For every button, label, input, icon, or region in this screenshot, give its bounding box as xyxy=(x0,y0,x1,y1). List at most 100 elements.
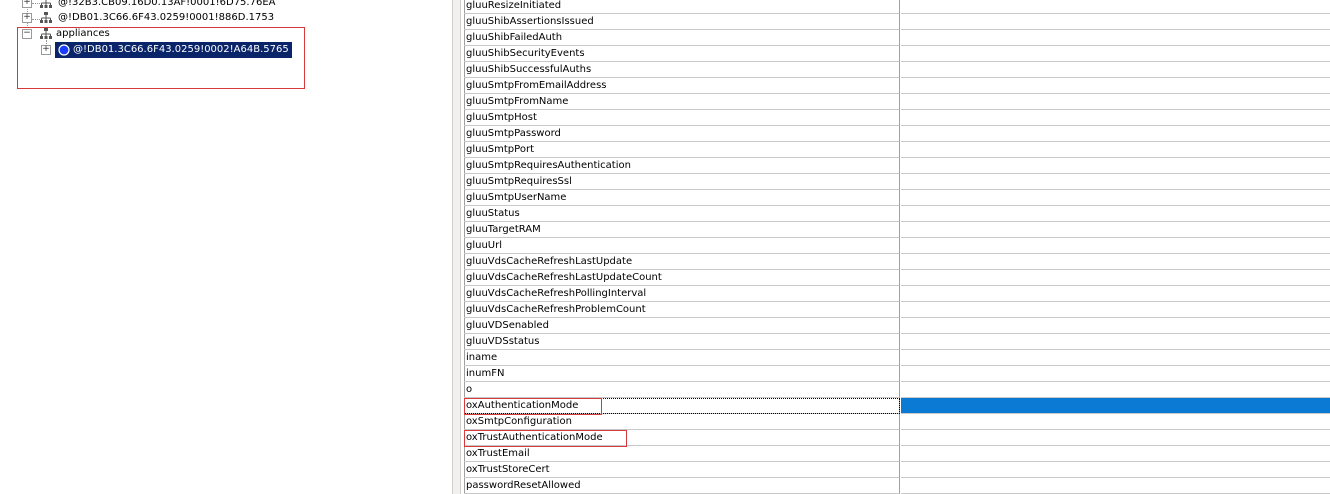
attribute-row[interactable]: iname xyxy=(464,350,1330,366)
attribute-name-cell: gluuVDSstatus xyxy=(464,334,900,350)
attribute-value-cell[interactable] xyxy=(901,190,1330,206)
attribute-name-cell: gluuUrl xyxy=(464,238,900,254)
expand-icon[interactable]: + xyxy=(22,13,32,23)
attribute-name-cell: gluuVDSenabled xyxy=(464,318,900,334)
attribute-value-cell[interactable] xyxy=(901,366,1330,382)
attribute-row[interactable]: gluuShibSecurityEvents xyxy=(464,46,1330,62)
attribute-name-cell: gluuSmtpFromName xyxy=(464,94,900,110)
org-tree-icon xyxy=(40,0,52,8)
attribute-row[interactable]: gluuUrl xyxy=(464,238,1330,254)
tree-node-label: @!DB01.3C66.6F43.0259!0001!886D.1753 xyxy=(58,12,275,23)
attribute-row[interactable]: gluuVdsCacheRefreshLastUpdate xyxy=(464,254,1330,270)
attribute-name-cell: gluuSmtpPort xyxy=(464,142,900,158)
attribute-name-cell: gluuStatus xyxy=(464,206,900,222)
attribute-value-cell[interactable] xyxy=(901,158,1330,174)
attribute-name-cell: oxAuthenticationMode xyxy=(464,398,900,414)
attribute-name-cell: gluuResizeInitiated xyxy=(464,0,900,14)
attribute-value-cell[interactable] xyxy=(901,350,1330,366)
attribute-name-cell: gluuSmtpRequiresSsl xyxy=(464,174,900,190)
attribute-row[interactable]: gluuSmtpHost xyxy=(464,110,1330,126)
attribute-name-cell: gluuShibSuccessfulAuths xyxy=(464,62,900,78)
attribute-name-cell: gluuSmtpFromEmailAddress xyxy=(464,78,900,94)
attribute-value-cell[interactable] xyxy=(901,398,1330,414)
attribute-row[interactable]: gluuVDSstatus xyxy=(464,334,1330,350)
attribute-row[interactable]: gluuTargetRAM xyxy=(464,222,1330,238)
attribute-row[interactable]: gluuShibAssertionsIssued xyxy=(464,14,1330,30)
attribute-row[interactable]: inumFN xyxy=(464,366,1330,382)
attribute-row[interactable]: oxTrustStoreCert xyxy=(464,462,1330,478)
attribute-value-cell[interactable] xyxy=(901,446,1330,462)
attribute-value-cell[interactable] xyxy=(901,414,1330,430)
attribute-name-cell: gluuSmtpUserName xyxy=(464,190,900,206)
attribute-row[interactable]: gluuShibFailedAuth xyxy=(464,30,1330,46)
attribute-value-cell[interactable] xyxy=(901,0,1330,14)
attribute-row[interactable]: gluuVdsCacheRefreshLastUpdateCount xyxy=(464,270,1330,286)
annotation-highlight-box xyxy=(17,27,305,89)
attribute-row[interactable]: gluuSmtpFromName xyxy=(464,94,1330,110)
attribute-value-cell[interactable] xyxy=(901,110,1330,126)
attribute-value-cell[interactable] xyxy=(901,430,1330,446)
attribute-value-cell[interactable] xyxy=(901,334,1330,350)
attributes-grid[interactable]: gluuResizeInitiated gluuShibAssertionsIss… xyxy=(464,0,1330,494)
attribute-name-cell: gluuSmtpRequiresAuthentication xyxy=(464,158,900,174)
attribute-value-cell[interactable] xyxy=(901,62,1330,78)
attribute-row[interactable]: oxAuthenticationMode xyxy=(464,398,1330,414)
attribute-name-cell: gluuShibFailedAuth xyxy=(464,30,900,46)
attribute-row[interactable]: gluuVDSenabled xyxy=(464,318,1330,334)
pane-splitter[interactable] xyxy=(452,0,461,494)
attribute-name-cell: gluuVdsCacheRefreshLastUpdateCount xyxy=(464,270,900,286)
attribute-row[interactable]: gluuSmtpUserName xyxy=(464,190,1330,206)
attribute-value-cell[interactable] xyxy=(901,78,1330,94)
attribute-name-cell: gluuVdsCacheRefreshProblemCount xyxy=(464,302,900,318)
attribute-row[interactable]: gluuStatus xyxy=(464,206,1330,222)
entry-tree[interactable]: + @!32B3.CB09.16D0.13AF!0001!6D75.76EA +… xyxy=(0,0,452,494)
attribute-value-cell[interactable] xyxy=(901,206,1330,222)
attribute-row[interactable]: oxTrustAuthenticationMode xyxy=(464,430,1330,446)
attribute-value-cell[interactable] xyxy=(901,14,1330,30)
attribute-row[interactable]: gluuSmtpRequiresSsl xyxy=(464,174,1330,190)
attribute-row[interactable]: passwordResetAllowed xyxy=(464,478,1330,494)
org-tree-icon xyxy=(40,12,52,23)
attribute-value-cell[interactable] xyxy=(901,46,1330,62)
attribute-name-cell: o xyxy=(464,382,900,398)
attribute-name-cell: oxSmtpConfiguration xyxy=(464,414,900,430)
attribute-row[interactable]: gluuSmtpRequiresAuthentication xyxy=(464,158,1330,174)
attribute-value-cell[interactable] xyxy=(901,478,1330,494)
attribute-row[interactable]: gluuSmtpPort xyxy=(464,142,1330,158)
attribute-name-cell: oxTrustAuthenticationMode xyxy=(464,430,900,446)
attribute-row[interactable]: oxSmtpConfiguration xyxy=(464,414,1330,430)
attribute-value-cell[interactable] xyxy=(901,174,1330,190)
attribute-value-cell[interactable] xyxy=(901,238,1330,254)
attribute-row[interactable]: gluuSmtpPassword xyxy=(464,126,1330,142)
attribute-name-cell: gluuSmtpPassword xyxy=(464,126,900,142)
attribute-name-cell: passwordResetAllowed xyxy=(464,478,900,494)
attribute-name-cell: gluuTargetRAM xyxy=(464,222,900,238)
attribute-value-cell[interactable] xyxy=(901,286,1330,302)
attribute-name-cell: iname xyxy=(464,350,900,366)
expand-icon[interactable]: + xyxy=(22,0,32,8)
attribute-row[interactable]: oxTrustEmail xyxy=(464,446,1330,462)
attribute-name-cell: oxTrustEmail xyxy=(464,446,900,462)
attribute-row[interactable]: gluuVdsCacheRefreshProblemCount xyxy=(464,302,1330,318)
attribute-name-cell: inumFN xyxy=(464,366,900,382)
attribute-name-cell: gluuShibSecurityEvents xyxy=(464,46,900,62)
attribute-value-cell[interactable] xyxy=(901,126,1330,142)
attribute-row[interactable]: gluuVdsCacheRefreshPollingInterval xyxy=(464,286,1330,302)
attribute-value-cell[interactable] xyxy=(901,142,1330,158)
attribute-value-cell[interactable] xyxy=(901,94,1330,110)
attribute-value-cell[interactable] xyxy=(901,270,1330,286)
attribute-row[interactable]: o xyxy=(464,382,1330,398)
attribute-value-cell[interactable] xyxy=(901,30,1330,46)
attribute-value-cell[interactable] xyxy=(901,462,1330,478)
attribute-name-cell: gluuSmtpHost xyxy=(464,110,900,126)
attribute-value-cell[interactable] xyxy=(901,222,1330,238)
attribute-row[interactable]: gluuShibSuccessfulAuths xyxy=(464,62,1330,78)
attribute-row[interactable]: gluuResizeInitiated xyxy=(464,0,1330,14)
attribute-value-cell[interactable] xyxy=(901,254,1330,270)
attribute-value-cell[interactable] xyxy=(901,302,1330,318)
attribute-value-cell[interactable] xyxy=(901,318,1330,334)
attribute-name-cell: oxTrustStoreCert xyxy=(464,462,900,478)
attribute-row[interactable]: gluuSmtpFromEmailAddress xyxy=(464,78,1330,94)
attribute-value-cell[interactable] xyxy=(901,382,1330,398)
attribute-name-cell: gluuVdsCacheRefreshPollingInterval xyxy=(464,286,900,302)
